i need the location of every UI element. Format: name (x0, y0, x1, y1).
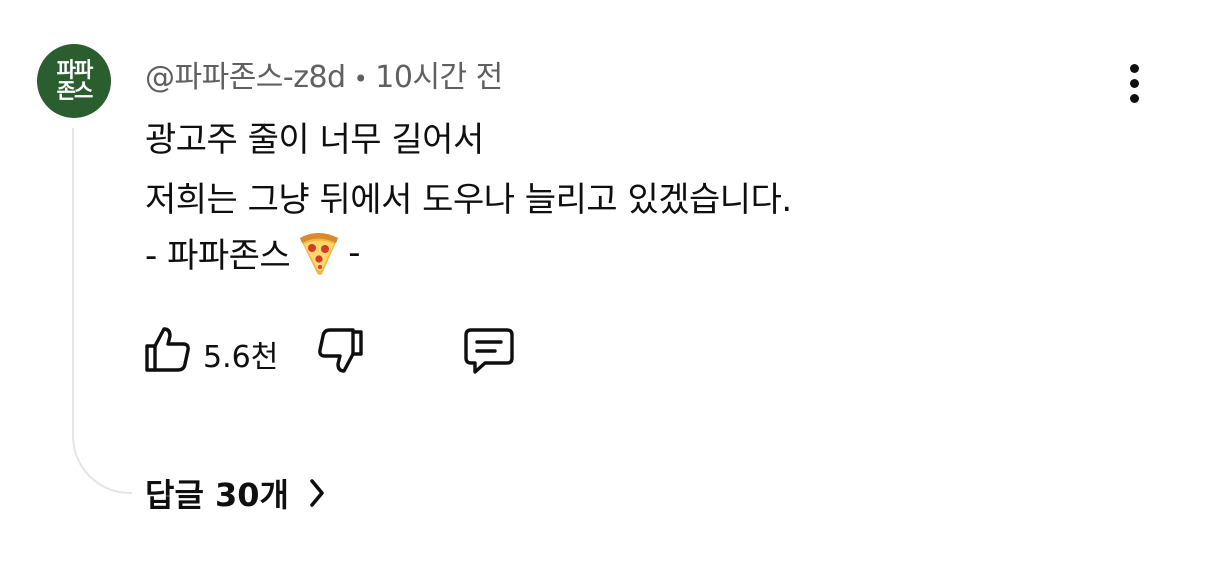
meta-separator: • (353, 65, 368, 93)
more-vertical-icon-dot (1129, 78, 1139, 88)
more-vertical-icon-dot (1129, 63, 1139, 73)
more-options-button[interactable] (1114, 58, 1154, 108)
comment-meta: @파파존스-z8d • 10시간 전 (145, 52, 503, 96)
replies-label: 답글 30개 (145, 476, 289, 514)
comment-text-line: - 파파존스 - (145, 228, 360, 277)
chevron-right-icon (310, 479, 324, 507)
more-vertical-icon-dot (1129, 93, 1139, 103)
avatar[interactable]: 파파 존스 (37, 44, 111, 118)
comment-time[interactable]: 10시간 전 (375, 60, 503, 95)
thread-connector-line (72, 128, 132, 494)
avatar-text-bottom: 존스 (56, 79, 94, 103)
author-handle[interactable]: @파파존스-z8d (145, 60, 346, 95)
comment-icon[interactable] (463, 326, 515, 376)
comment-signature-end: - (348, 232, 360, 273)
thumbs-down-icon[interactable] (315, 326, 365, 376)
comment-text-line: 광고주 줄이 너무 길어서 (145, 120, 484, 160)
thumbs-up-icon[interactable] (143, 324, 193, 374)
comment-signature: - 파파존스 (145, 236, 291, 276)
like-count: 5.6천 (203, 340, 279, 375)
view-replies-button[interactable]: 답글 30개 (145, 470, 327, 516)
comment-text-line: 저희는 그냥 뒤에서 도우나 늘리고 있겠습니다. (145, 180, 792, 220)
avatar-text-top: 파파 (56, 58, 94, 82)
pizza-emoji-icon (300, 232, 339, 275)
